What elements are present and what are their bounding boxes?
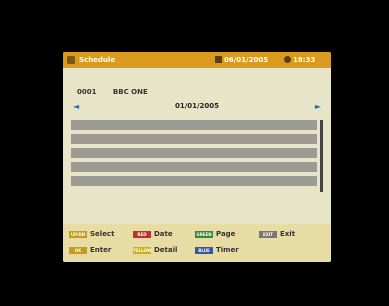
detail-label: Detail bbox=[154, 246, 178, 254]
legend-date: RED Date bbox=[133, 230, 173, 238]
red-key-icon: RED bbox=[133, 230, 151, 238]
schedule-list bbox=[71, 120, 317, 192]
clock-icon bbox=[284, 56, 291, 63]
date-label: Date bbox=[154, 230, 173, 238]
legend-enter: OK Enter bbox=[69, 246, 111, 254]
calendar-icon bbox=[215, 56, 222, 63]
yellow-key-icon: YELLOW bbox=[133, 246, 152, 254]
legend-select: UP/DN Select bbox=[69, 230, 114, 238]
legend-detail: YELLOW Detail bbox=[133, 246, 177, 254]
enter-label: Enter bbox=[90, 246, 112, 254]
select-key-icon: UP/DN bbox=[69, 230, 87, 238]
blue-key-icon: BLUE bbox=[195, 246, 213, 254]
exit-label: Exit bbox=[280, 230, 296, 238]
left-arrow-icon[interactable]: ◄ bbox=[73, 102, 79, 111]
header-time: 18:33 bbox=[293, 56, 316, 64]
channel-info: 0001 BBC ONE bbox=[77, 88, 148, 96]
green-key-icon: GREEN bbox=[195, 230, 213, 238]
timer-label: Timer bbox=[216, 246, 239, 254]
channel-number: 0001 bbox=[77, 88, 97, 96]
list-item[interactable] bbox=[71, 134, 317, 144]
legend-page: GREEN Page bbox=[195, 230, 235, 238]
date-navigator: ◄ 01/01/2005 ► bbox=[71, 102, 323, 114]
legend-exit: EXIT Exit bbox=[259, 230, 295, 238]
select-label: Select bbox=[90, 230, 115, 238]
selected-date: 01/01/2005 bbox=[174, 102, 220, 110]
legend-timer: BLUE Timer bbox=[195, 246, 239, 254]
header-date: 06/01/2005 bbox=[224, 56, 269, 64]
channel-name: BBC ONE bbox=[112, 88, 148, 96]
title-bar: Schedule 06/01/2005 18:33 bbox=[63, 52, 331, 68]
schedule-icon bbox=[67, 56, 75, 64]
right-arrow-icon[interactable]: ► bbox=[315, 102, 321, 111]
ok-key-icon: OK bbox=[69, 246, 87, 254]
key-legend: UP/DN Select RED Date GREEN Page EXIT Ex… bbox=[63, 224, 331, 262]
scrollbar[interactable] bbox=[320, 120, 323, 192]
list-item[interactable] bbox=[71, 120, 317, 130]
page-label: Page bbox=[216, 230, 236, 238]
list-item[interactable] bbox=[71, 162, 317, 172]
exit-key-icon: EXIT bbox=[259, 230, 277, 238]
page-title: Schedule bbox=[79, 56, 116, 64]
list-item[interactable] bbox=[71, 148, 317, 158]
schedule-screen: Schedule 06/01/2005 18:33 0001 BBC ONE ◄… bbox=[63, 52, 331, 262]
list-item[interactable] bbox=[71, 176, 317, 186]
